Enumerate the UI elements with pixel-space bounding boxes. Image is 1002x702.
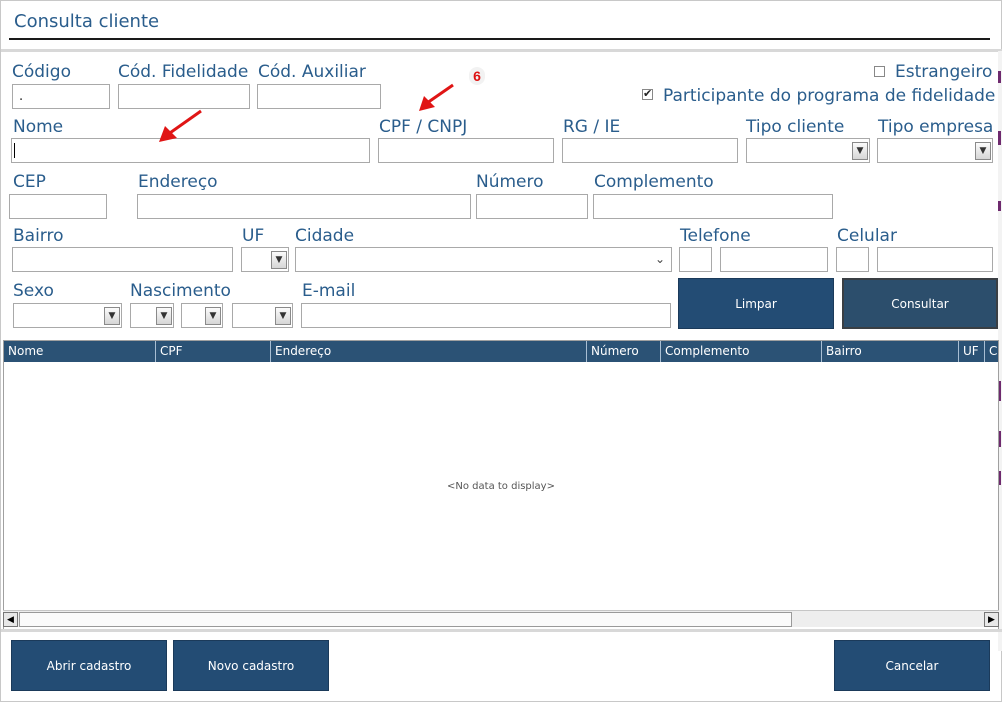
grid-empty-message: <No data to display>: [447, 481, 555, 492]
novo-cadastro-button[interactable]: Novo cadastro: [173, 640, 329, 691]
cod-auxiliar-label: Cód. Auxiliar: [258, 62, 366, 82]
cancelar-button[interactable]: Cancelar: [834, 640, 990, 691]
column-header-bairro[interactable]: Bairro: [822, 341, 959, 362]
endereco-field[interactable]: [137, 194, 471, 219]
sexo-select[interactable]: ▼: [13, 303, 122, 328]
participante-checkbox[interactable]: [642, 87, 653, 100]
limpar-button[interactable]: Limpar: [678, 278, 834, 329]
chevron-down-icon[interactable]: ▼: [156, 307, 172, 325]
annotation-number-badge: 6: [469, 67, 485, 85]
footer-separator: [1, 629, 1002, 632]
consulta-cliente-window: Consulta cliente Código . Cód. Fidelidad…: [0, 0, 1002, 702]
grid-header: Nome CPF Endereço Número Complemento Bai…: [4, 341, 998, 362]
celular-ddd-field[interactable]: [836, 247, 869, 272]
results-grid[interactable]: Nome CPF Endereço Número Complemento Bai…: [3, 340, 999, 630]
tipo-empresa-label: Tipo empresa: [878, 117, 994, 137]
chevron-down-icon[interactable]: ▼: [975, 142, 991, 160]
telefone-label: Telefone: [680, 226, 751, 246]
estrangeiro-checkbox[interactable]: [874, 66, 885, 77]
chevron-down-icon[interactable]: ⌄: [655, 252, 665, 266]
nascimento-ano-select[interactable]: ▼: [232, 303, 293, 328]
consultar-button[interactable]: Consultar: [842, 278, 998, 329]
nascimento-label: Nascimento: [130, 281, 231, 301]
red-arrow-icon: [419, 83, 454, 111]
scrollbar-thumb[interactable]: [19, 612, 792, 627]
title-underline: [9, 38, 990, 40]
annotation-arrows: [159, 83, 454, 142]
numero-field[interactable]: [476, 194, 588, 219]
tipo-cliente-select[interactable]: ▼: [746, 138, 870, 163]
bairro-label: Bairro: [13, 226, 64, 246]
nascimento-dia-select[interactable]: ▼: [130, 303, 174, 328]
email-label: E-mail: [302, 281, 356, 301]
chevron-down-icon[interactable]: ▼: [205, 307, 221, 325]
estrangeiro-label: Estrangeiro: [895, 62, 993, 82]
numero-label: Número: [476, 172, 544, 192]
column-header-complemento[interactable]: Complemento: [661, 341, 822, 362]
participante-label: Participante do programa de fidelidade: [663, 86, 996, 106]
chevron-down-icon[interactable]: ▼: [271, 251, 287, 269]
tipo-empresa-select[interactable]: ▼: [877, 138, 993, 163]
window-title: Consulta cliente: [14, 11, 160, 32]
codigo-field[interactable]: .: [12, 84, 110, 109]
complemento-label: Complemento: [594, 172, 714, 192]
column-header-nome[interactable]: Nome: [4, 341, 156, 362]
uf-label: UF: [242, 226, 265, 246]
column-header-cidade[interactable]: Ci: [985, 341, 998, 362]
column-header-uf[interactable]: UF: [959, 341, 985, 362]
endereco-label: Endereço: [138, 172, 218, 192]
email-field[interactable]: [301, 303, 671, 328]
tipo-cliente-label: Tipo cliente: [746, 117, 845, 137]
codigo-label: Código: [12, 62, 71, 82]
bairro-field[interactable]: [12, 247, 233, 272]
cep-label: CEP: [13, 172, 46, 192]
rg-ie-field[interactable]: [562, 138, 738, 163]
nome-label: Nome: [13, 117, 64, 137]
telefone-ddd-field[interactable]: [679, 247, 712, 272]
red-arrow-icon: [159, 109, 202, 142]
horizontal-scrollbar[interactable]: ◀ ▶: [3, 610, 999, 627]
nascimento-mes-select[interactable]: ▼: [181, 303, 223, 328]
complemento-field[interactable]: [593, 194, 833, 219]
rg-ie-label: RG / IE: [563, 117, 621, 137]
chevron-down-icon[interactable]: ▼: [104, 307, 120, 325]
cod-fidelidade-label: Cód. Fidelidade: [118, 62, 249, 82]
header-separator: [1, 49, 1002, 52]
telefone-field[interactable]: [720, 247, 828, 272]
abrir-cadastro-button[interactable]: Abrir cadastro: [11, 640, 167, 691]
column-header-numero[interactable]: Número: [587, 341, 661, 362]
celular-label: Celular: [837, 226, 897, 246]
scroll-left-icon[interactable]: ◀: [3, 612, 18, 627]
sexo-label: Sexo: [13, 281, 54, 301]
cidade-label: Cidade: [295, 226, 355, 246]
cidade-select[interactable]: ⌄: [295, 247, 672, 272]
chevron-down-icon[interactable]: ▼: [275, 307, 291, 325]
celular-field[interactable]: [877, 247, 993, 272]
scroll-right-icon[interactable]: ▶: [984, 612, 999, 627]
column-header-endereco[interactable]: Endereço: [271, 341, 587, 362]
column-header-cpf[interactable]: CPF: [156, 341, 271, 362]
uf-select[interactable]: ▼: [241, 247, 289, 272]
cep-field[interactable]: [9, 194, 107, 219]
chevron-down-icon[interactable]: ▼: [852, 142, 868, 160]
